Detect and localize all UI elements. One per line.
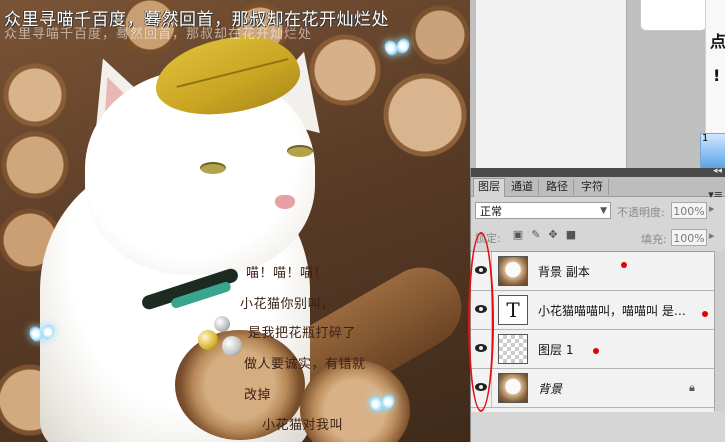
opacity-label: 不透明度: xyxy=(617,206,665,219)
tab-paths[interactable]: 路径 xyxy=(541,179,574,195)
tab-channels[interactable]: 通道 xyxy=(506,179,539,195)
annotation-dot xyxy=(593,348,599,354)
meow-line-3: 是我把花瓶打碎了 xyxy=(248,326,357,341)
layer-name: 小花猫喵喵叫，喵喵叫 是… xyxy=(538,304,686,318)
layers-list: 背景 副本 T 小花猫喵喵叫，喵喵叫 是… 图层 1 背景 🔒︎ xyxy=(471,251,714,412)
blend-mode-select[interactable]: 正常 ▼ xyxy=(475,202,611,219)
opacity-field[interactable]: 100% xyxy=(671,202,707,219)
fill-label: 填充: xyxy=(641,233,667,246)
annotation-oval xyxy=(468,232,494,412)
move-lock-icon[interactable]: ✥ xyxy=(546,228,560,242)
annotation-dot xyxy=(702,311,708,317)
layer-thumbnail xyxy=(498,334,528,364)
photo-canvas: 众里寻喵千百度，蓦然回首，那叔却在花开灿烂处 众里寻喵千百度，蓦然回首，那叔却在… xyxy=(0,0,470,442)
meow-line-1: 喵！喵！喵！ xyxy=(246,266,328,281)
layer-thumbnail xyxy=(498,256,528,286)
layer-name: 背景 xyxy=(538,382,563,396)
lock-transparent-icon[interactable]: ▣ xyxy=(511,228,525,242)
meow-line-5: 改掉 xyxy=(244,388,272,403)
butterfly-icon xyxy=(27,322,57,348)
opacity-slider-arrow-icon[interactable]: ▸ xyxy=(709,202,715,215)
meow-line-6: 小花猫对我叫 xyxy=(262,418,344,433)
bell-silver xyxy=(222,336,242,356)
layer-thumbnail xyxy=(498,373,528,403)
bell-silver-small xyxy=(214,316,230,332)
layer-row-background[interactable]: 背景 🔒︎ xyxy=(471,369,714,408)
layers-scrollbar[interactable] xyxy=(714,251,725,411)
layer-row-bg-copy[interactable]: 背景 副本 xyxy=(471,252,714,291)
fill-field[interactable]: 100% xyxy=(671,229,707,246)
butterfly-icon xyxy=(367,392,397,418)
layer-name: 背景 副本 xyxy=(538,265,590,279)
bell-gold xyxy=(198,330,218,350)
panel-title-bar[interactable]: ◂◂ xyxy=(471,166,725,177)
layer-row-text[interactable]: T 小花猫喵喵叫，喵喵叫 是… xyxy=(471,291,714,330)
blend-mode-value: 正常 xyxy=(480,205,502,218)
document-text-1: 点 xyxy=(710,32,725,51)
document-thumbnail-label: 1 xyxy=(702,133,709,144)
meow-line-2: 小花猫你别叫， xyxy=(240,297,335,312)
text-layer-thumbnail: T xyxy=(498,295,528,325)
document-tab xyxy=(640,0,707,31)
brush-lock-icon[interactable]: ✎ xyxy=(529,228,543,242)
lock-icon: 🔒︎ xyxy=(689,381,695,394)
meow-line-4: 做人要诚实，有错就 xyxy=(244,357,366,372)
document-text-2: ! xyxy=(713,66,721,85)
poem-text: 众里寻喵千百度，蓦然回首，那叔却在花开灿烂处 xyxy=(4,10,389,30)
document-page xyxy=(476,0,627,168)
tab-layers[interactable]: 图层 xyxy=(473,178,505,197)
butterfly-icon xyxy=(382,36,412,62)
lock-all-icon[interactable]: ■ xyxy=(564,228,578,242)
layers-panel: ◂◂ 图层 通道 路径 字符 ▾≡ 正常 ▼ 不透明度: 100% ▸ 锁定: … xyxy=(470,166,725,442)
panel-menu-icon[interactable]: ▾≡ xyxy=(708,188,723,201)
fill-slider-arrow-icon[interactable]: ▸ xyxy=(709,229,715,242)
tab-character[interactable]: 字符 xyxy=(576,179,609,195)
dropdown-arrow-icon: ▼ xyxy=(600,206,607,216)
cat-nose xyxy=(275,195,295,209)
panel-tabs: 图层 通道 路径 字符 ▾≡ xyxy=(471,177,725,201)
collapse-icon[interactable]: ◂◂ xyxy=(713,166,722,176)
cat-eye-right xyxy=(287,145,313,157)
layer-name: 图层 1 xyxy=(538,343,574,357)
annotation-dot xyxy=(621,262,627,268)
cat-eye-left xyxy=(200,162,226,174)
